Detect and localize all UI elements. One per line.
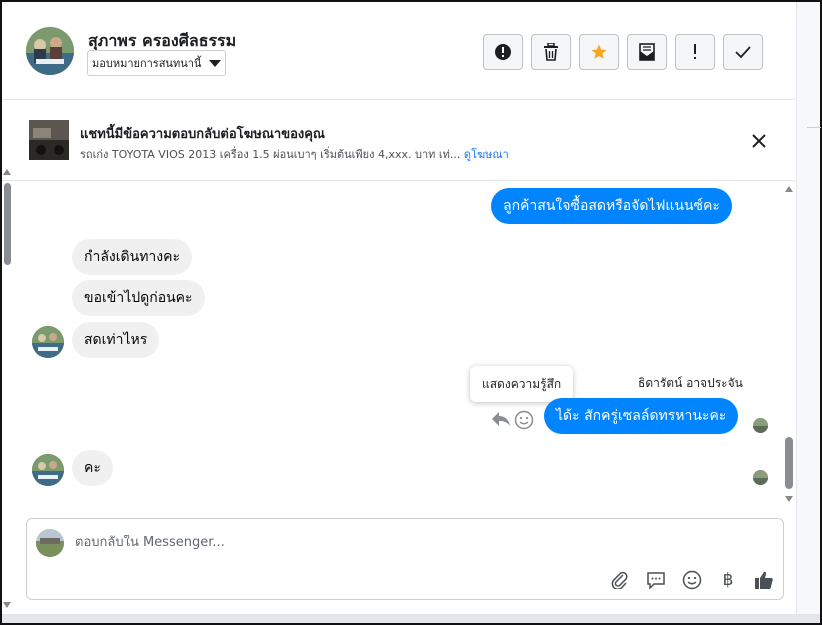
alert-circle-icon — [495, 44, 511, 60]
reply-input[interactable] — [75, 535, 635, 550]
page-avatar — [36, 529, 64, 557]
emoji-reaction-icon[interactable] — [514, 410, 534, 434]
contact-avatar[interactable] — [26, 27, 74, 75]
scroll-down-arrow[interactable] — [785, 496, 793, 502]
read-receipt-avatar — [753, 470, 768, 485]
thumbs-up-icon[interactable] — [751, 567, 777, 593]
scroll-thumb[interactable] — [4, 183, 11, 265]
message-bubble-incoming[interactable]: ขอเข้าไปดูก่อนคะ — [72, 280, 205, 316]
attachment-icon[interactable] — [607, 567, 633, 593]
bottom-strip — [2, 614, 820, 623]
page-scrollbar[interactable] — [2, 169, 12, 617]
chevron-down-icon — [209, 59, 222, 67]
envelope-icon — [639, 43, 655, 61]
exclamation-icon — [694, 44, 696, 59]
delete-button[interactable] — [531, 34, 571, 70]
message-bubble-outgoing[interactable]: ลูกค้าสนใจซื้อสดหรือจัดไฟแนนซ์คะ — [491, 188, 732, 224]
baht-icon[interactable]: ฿ — [715, 567, 741, 593]
assign-conversation-dropdown[interactable]: มอบหมายการสนทนานี้ — [87, 50, 227, 76]
star-button[interactable] — [579, 34, 619, 70]
header-actions — [483, 34, 763, 70]
side-strip — [796, 2, 821, 614]
ad-banner-description: รถเก่ง TOYOTA VIOS 2013 เครื่อง 1.5 ผ่อน… — [80, 145, 509, 163]
reply-icon[interactable] — [491, 411, 511, 431]
mark-unread-button[interactable] — [627, 34, 667, 70]
message-bubble-incoming[interactable]: กำลังเดินทางคะ — [72, 239, 193, 275]
scroll-down-arrow[interactable] — [3, 602, 11, 608]
saved-reply-icon[interactable] — [643, 567, 669, 593]
message-scrollbar[interactable] — [782, 182, 796, 510]
ad-reply-banner: แชทนี้มีข้อความตอบกลับต่อโฆษณาของคุณ รถเ… — [2, 101, 796, 181]
conversation-panel: สุภาพร ครองศีลธรรม มอบหมายการสนทนานี้ แช… — [2, 2, 796, 614]
message-composer: ฿ — [26, 518, 784, 600]
sender-name: ธิดารัตน์ อาจประจัน — [638, 376, 743, 390]
close-banner-button[interactable] — [747, 129, 771, 153]
reaction-tooltip: แสดงความรู้สึก — [470, 366, 574, 402]
ad-thumbnail — [29, 120, 69, 160]
ad-description-text: รถเก่ง TOYOTA VIOS 2013 เครื่อง 1.5 ผ่อน… — [80, 148, 461, 161]
star-icon — [591, 44, 607, 59]
scroll-up-arrow[interactable] — [3, 169, 11, 175]
contact-avatar-small[interactable] — [32, 454, 64, 486]
message-list[interactable]: ลูกค้าสนใจซื้อสดหรือจัดไฟแนนซ์คะ กำลังเด… — [2, 182, 796, 510]
divider — [807, 127, 821, 128]
read-receipt-avatar — [753, 418, 768, 433]
message-bubble-outgoing[interactable]: ได้ะ สักครู่เซลล์ดทรหาน​ะคะ — [544, 398, 739, 434]
view-ad-link[interactable]: ดูโฆษณา — [464, 148, 509, 161]
message-bubble-incoming[interactable]: สดเท่าไหร — [72, 322, 160, 358]
emoji-icon[interactable] — [679, 567, 705, 593]
message-bubble-incoming[interactable]: คะ — [72, 450, 113, 486]
spam-button[interactable] — [483, 34, 523, 70]
contact-avatar-small[interactable] — [32, 326, 64, 358]
trash-icon — [544, 43, 558, 61]
check-icon — [735, 46, 751, 59]
close-icon — [752, 134, 766, 148]
composer-tools: ฿ — [607, 567, 777, 593]
scroll-up-arrow[interactable] — [785, 186, 793, 192]
scroll-thumb[interactable] — [785, 437, 793, 489]
conversation-header: สุภาพร ครองศีลธรรม มอบหมายการสนทนานี้ — [2, 2, 796, 100]
assign-label: มอบหมายการสนทนานี้ — [92, 57, 202, 70]
done-button[interactable] — [723, 34, 763, 70]
ad-banner-title: แชทนี้มีข้อความตอบกลับต่อโฆษณาของคุณ — [80, 127, 325, 142]
follow-up-button[interactable] — [675, 34, 715, 70]
